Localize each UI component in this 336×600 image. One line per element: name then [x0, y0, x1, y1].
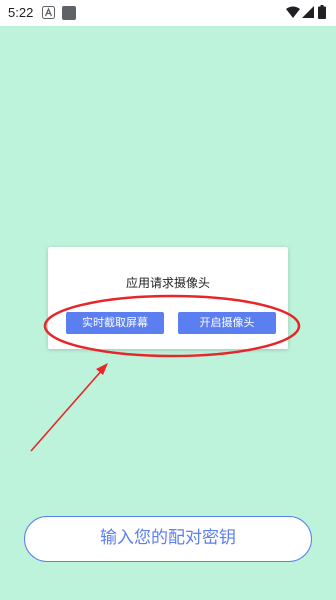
capture-screen-button[interactable]: 实时截取屏幕	[66, 312, 164, 334]
battery-icon	[318, 5, 326, 19]
app-a-icon	[42, 6, 55, 19]
notification-square-icon	[62, 6, 76, 20]
open-camera-button[interactable]: 开启摄像头	[178, 312, 276, 334]
dialog-title: 应用请求摄像头	[125, 276, 210, 290]
camera-request-dialog: 应用请求摄像头 实时截取屏幕 开启摄像头	[48, 247, 288, 349]
annotation-arrow	[30, 363, 108, 452]
status-bar: 5:22	[0, 0, 336, 26]
signal-icon	[302, 6, 314, 18]
status-time: 5:22	[8, 5, 34, 20]
wifi-icon	[286, 6, 300, 18]
enter-pair-key-button[interactable]: 输入您的配对密钥	[24, 516, 312, 562]
